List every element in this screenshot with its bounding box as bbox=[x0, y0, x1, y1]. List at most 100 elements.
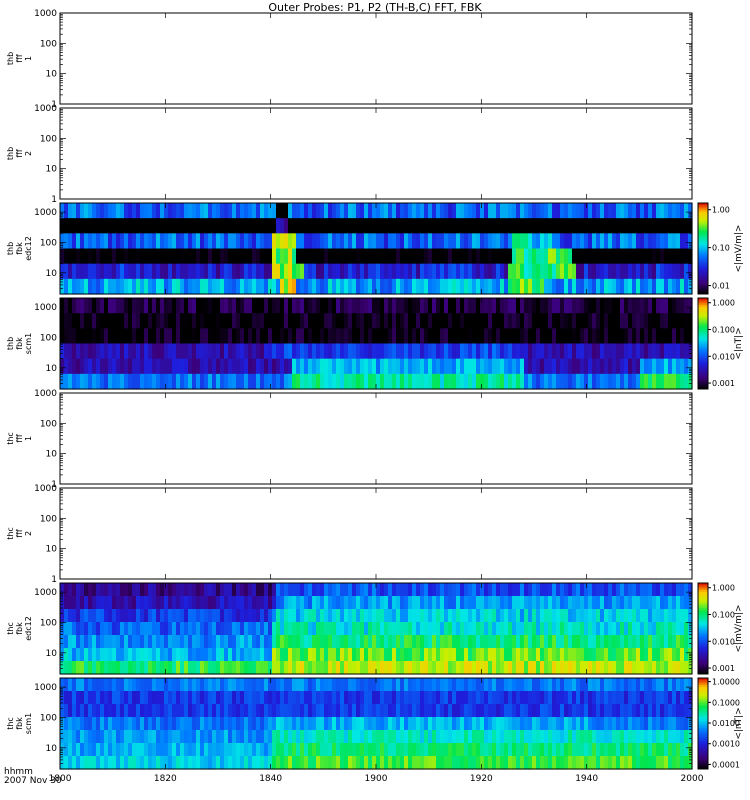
spectrogram-cell bbox=[276, 691, 281, 705]
spectrogram-cell bbox=[588, 313, 593, 329]
spectrogram-cell bbox=[508, 596, 513, 610]
spectrogram-cell bbox=[188, 233, 193, 250]
spectrogram-cell bbox=[664, 661, 669, 675]
spectrogram-cell bbox=[484, 343, 489, 360]
spectrogram-cell bbox=[536, 691, 541, 705]
spectrogram-cell bbox=[504, 691, 509, 705]
spectrogram-cell bbox=[440, 596, 445, 610]
spectrogram-cell bbox=[292, 596, 297, 610]
spectrogram-cell bbox=[396, 609, 401, 623]
spectrogram-cell bbox=[656, 596, 661, 610]
y-tick-label: 10 bbox=[46, 70, 58, 80]
spectrogram-cell bbox=[144, 263, 149, 280]
spectrogram-cell bbox=[132, 373, 137, 390]
spectrogram-cell bbox=[212, 373, 217, 390]
spectrogram-cell bbox=[428, 343, 433, 360]
spectrogram-cell bbox=[660, 248, 665, 265]
spectrogram-cell bbox=[428, 328, 433, 345]
spectrogram-cell bbox=[432, 203, 437, 219]
spectrogram-cell bbox=[124, 648, 129, 662]
spectrogram-cell bbox=[580, 248, 585, 265]
spectrogram-cell bbox=[188, 248, 193, 265]
spectrogram-cell bbox=[240, 648, 245, 662]
spectrogram-cell bbox=[464, 313, 469, 329]
spectrogram-cell bbox=[440, 635, 445, 649]
spectrogram-cell bbox=[492, 691, 497, 705]
spectrogram-cell bbox=[548, 756, 553, 770]
panel-thb-fbk-scm1: 1.0000.1000.0100.001<|nT|>101001000thb fb… bbox=[6, 297, 744, 390]
spectrogram-cell bbox=[676, 635, 681, 649]
spectrogram-cell bbox=[340, 743, 345, 757]
spectrogram-cell bbox=[596, 373, 601, 390]
spectrogram-cell bbox=[472, 203, 477, 219]
spectrogram-cell bbox=[212, 263, 217, 280]
y-tick-label: 100 bbox=[40, 713, 57, 723]
spectrogram-cell bbox=[608, 278, 613, 295]
panel-label: thb fff 2 bbox=[6, 147, 33, 160]
spectrogram-cell bbox=[536, 343, 541, 360]
spectrogram-cell bbox=[200, 218, 205, 234]
spectrogram-cell bbox=[240, 328, 245, 345]
spectrogram-cell bbox=[664, 263, 669, 280]
spectrogram-cell bbox=[536, 661, 541, 675]
spectrogram-cell bbox=[632, 373, 637, 390]
spectrogram-cell bbox=[608, 743, 613, 757]
spectrogram-cell bbox=[344, 730, 349, 744]
spectrogram-cell bbox=[624, 756, 629, 770]
spectrogram-cell bbox=[476, 609, 481, 623]
spectrogram-cell bbox=[344, 596, 349, 610]
spectrogram-cell bbox=[392, 218, 397, 234]
spectrogram-cell bbox=[312, 358, 317, 375]
spectrogram-cell bbox=[272, 609, 277, 623]
spectrogram-cell bbox=[340, 635, 345, 649]
spectrogram-cell bbox=[184, 609, 189, 623]
spectrogram-cell bbox=[220, 343, 225, 360]
spectrogram-cell bbox=[444, 328, 449, 345]
spectrogram-cell bbox=[308, 263, 313, 280]
spectrogram-cell bbox=[204, 717, 209, 731]
spectrogram-cell bbox=[548, 278, 553, 295]
spectrogram-cell bbox=[384, 263, 389, 280]
spectrogram-cell bbox=[348, 704, 353, 718]
spectrogram-cell bbox=[108, 328, 113, 345]
spectrogram-cell bbox=[680, 278, 685, 295]
spectrogram-cell bbox=[316, 203, 321, 219]
spectrogram-cell bbox=[444, 233, 449, 250]
spectrogram-cell bbox=[268, 278, 273, 295]
spectrogram-cell bbox=[60, 203, 65, 219]
spectrogram-cell bbox=[496, 730, 501, 744]
colorbar-tick-label: 0.100 bbox=[712, 325, 735, 334]
spectrogram-cell bbox=[512, 328, 517, 345]
spectrogram-cell bbox=[64, 756, 69, 770]
spectrogram-cell bbox=[60, 328, 65, 345]
spectrogram-cell bbox=[532, 373, 537, 390]
spectrogram-cell bbox=[288, 704, 293, 718]
panel-label-line: 1 bbox=[24, 56, 33, 61]
spectrogram-cell bbox=[636, 298, 641, 314]
spectrogram-cell bbox=[444, 691, 449, 705]
spectrogram-cell bbox=[504, 218, 509, 234]
spectrogram-cell bbox=[492, 648, 497, 662]
spectrogram-cell bbox=[488, 622, 493, 636]
spectrogram-cell bbox=[200, 661, 205, 675]
spectrogram-cell bbox=[632, 730, 637, 744]
spectrogram-cell bbox=[680, 756, 685, 770]
panel-label-line: fbk bbox=[15, 622, 24, 635]
spectrogram-cell bbox=[648, 622, 653, 636]
spectrogram-cell bbox=[556, 278, 561, 295]
spectrogram-cell bbox=[212, 358, 217, 375]
spectrogram-cell bbox=[320, 203, 325, 219]
spectrogram-cell bbox=[232, 373, 237, 390]
panel-label-line: scm1 bbox=[24, 713, 33, 734]
spectrogram-cell bbox=[540, 704, 545, 718]
spectrogram-cell bbox=[388, 313, 393, 329]
spectrogram-cell bbox=[684, 203, 689, 219]
spectrogram-cell bbox=[624, 313, 629, 329]
spectrogram-cell bbox=[124, 743, 129, 757]
spectrogram-cell bbox=[272, 298, 277, 314]
spectrogram-cell bbox=[400, 648, 405, 662]
spectrogram-cell bbox=[228, 717, 233, 731]
spectrogram-cell bbox=[116, 233, 121, 250]
spectrogram-cell bbox=[92, 328, 97, 345]
spectrogram-cell bbox=[92, 248, 97, 265]
